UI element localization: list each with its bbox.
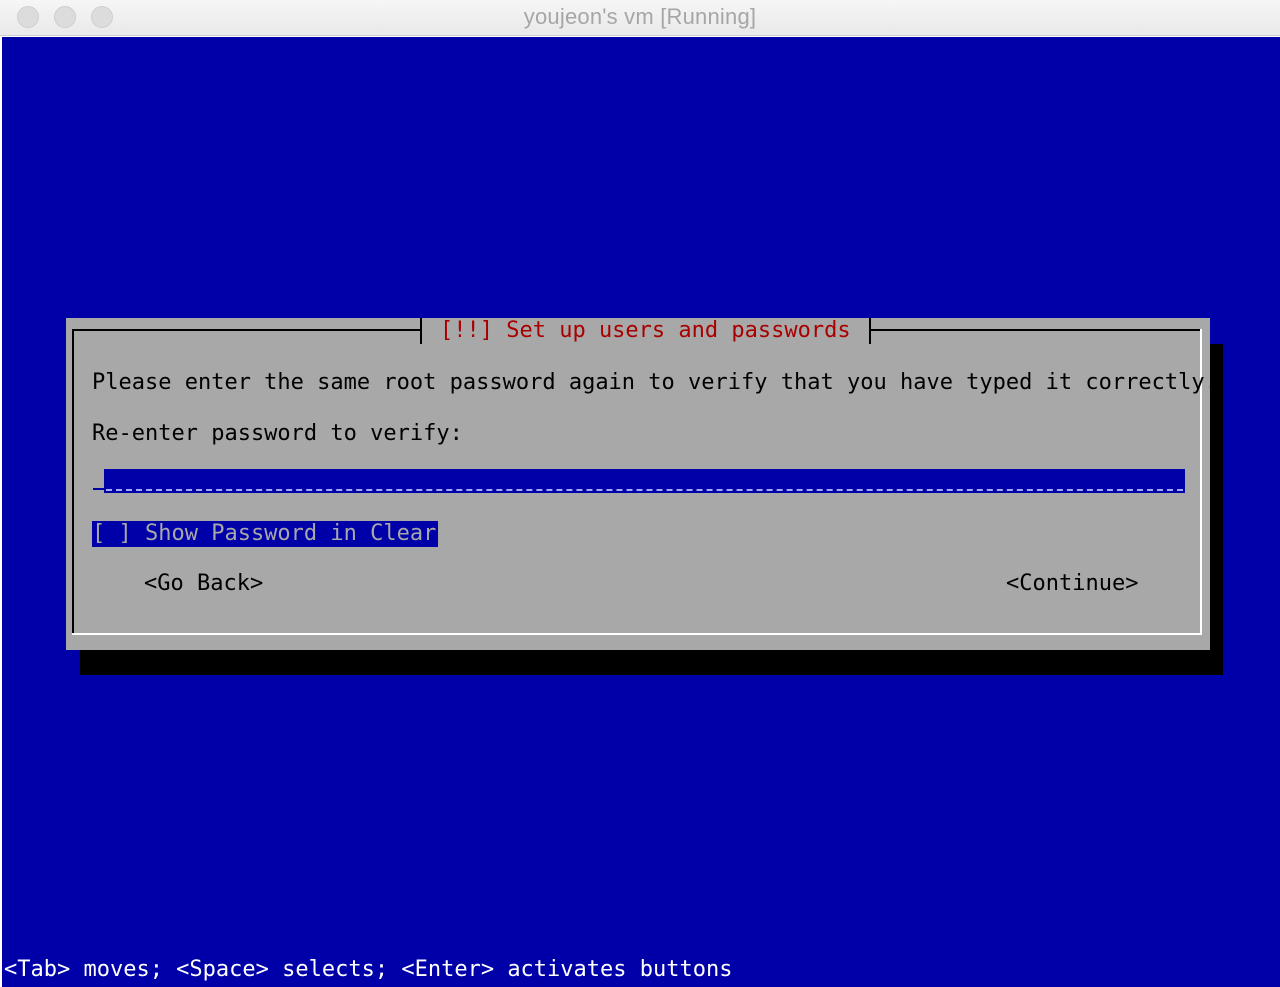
reenter-password-input[interactable] bbox=[104, 469, 1185, 493]
reenter-password-label: Re-enter password to verify: bbox=[92, 421, 463, 446]
dialog-title: [!!] Set up users and passwords bbox=[420, 318, 871, 344]
continue-button[interactable]: <Continue> bbox=[1006, 571, 1138, 597]
vm-screen[interactable]: [!!] Set up users and passwords Please e… bbox=[2, 37, 1280, 987]
go-back-button[interactable]: <Go Back> bbox=[144, 571, 263, 597]
show-password-checkbox[interactable]: [ ] Show Password in Clear bbox=[92, 521, 439, 547]
window-title: youjeon's vm [Running] bbox=[523, 4, 757, 29]
window-titlebar: youjeon's vm [Running] bbox=[0, 0, 1280, 36]
password-prompt-text: Please enter the same root password agai… bbox=[92, 370, 1218, 395]
setup-users-dialog: [!!] Set up users and passwords Please e… bbox=[66, 318, 1218, 650]
keyboard-help-line: <Tab> moves; <Space> selects; <Enter> ac… bbox=[4, 957, 733, 982]
